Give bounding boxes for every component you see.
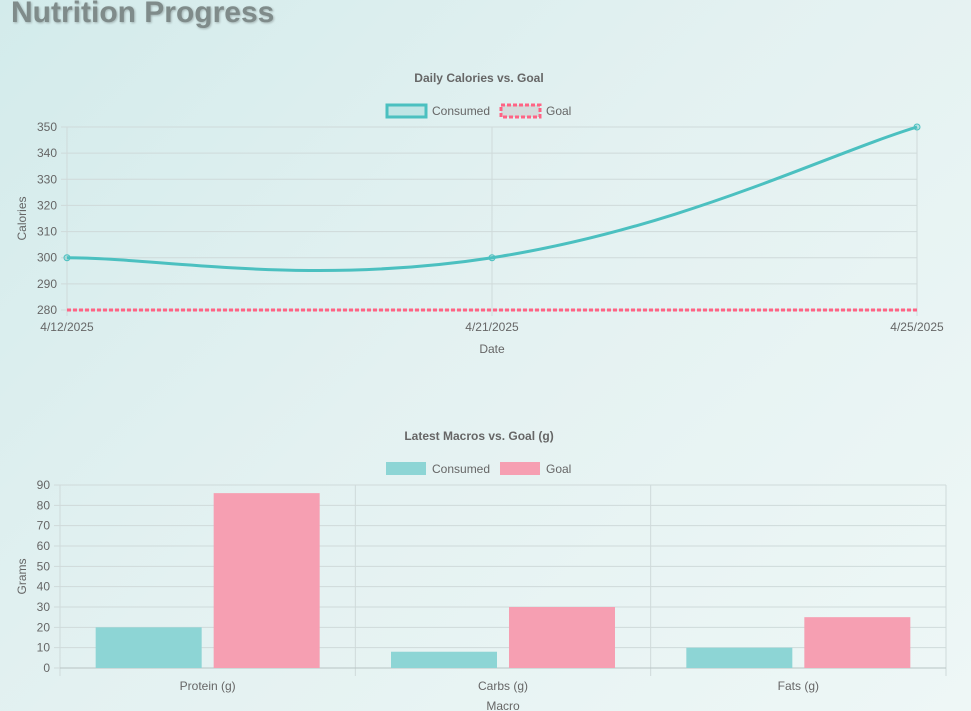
legend-label-goal: Goal xyxy=(546,462,571,476)
y-tick-label: 60 xyxy=(37,539,51,553)
x-tick-label: 4/12/2025 xyxy=(40,320,94,334)
bar-goal xyxy=(213,493,320,668)
y-tick-label: 290 xyxy=(37,277,57,291)
bar-consumed xyxy=(391,651,497,668)
y-tick-label: 280 xyxy=(37,303,57,317)
x-tick-label: 4/21/2025 xyxy=(465,320,519,334)
x-tick-label: Fats (g) xyxy=(778,679,819,693)
x-axis-label: Date xyxy=(479,342,505,356)
y-tick-label: 50 xyxy=(37,559,51,573)
y-tick-label: 350 xyxy=(37,120,57,134)
bar-consumed xyxy=(686,647,793,668)
macros-bar-chart: Latest Macros vs. Goal (g) Consumed Goal 0 1… xyxy=(15,429,947,711)
x-tick-label: Carbs (g) xyxy=(478,679,528,693)
legend-label-goal: Goal xyxy=(546,104,571,118)
calories-line-chart: Daily Calories vs. Goal Consumed Goal 280 29… xyxy=(15,71,944,356)
legend-swatch-goal xyxy=(500,462,540,475)
consumed-point xyxy=(63,254,71,262)
consumed-point xyxy=(488,254,496,262)
bar-goal xyxy=(804,617,911,668)
y-tick-label: 300 xyxy=(37,251,57,265)
y-tick-label: 80 xyxy=(37,498,51,512)
y-tick-label: 330 xyxy=(37,172,57,186)
chart-title: Daily Calories vs. Goal xyxy=(414,71,543,85)
y-axis-label: Calories xyxy=(15,196,29,240)
x-axis-label: Macro xyxy=(486,699,520,711)
bar-goal xyxy=(509,607,615,668)
legend-swatch-consumed xyxy=(385,103,428,119)
y-tick-label: 30 xyxy=(37,600,51,614)
legend-label-consumed: Consumed xyxy=(432,104,490,118)
y-tick-label: 310 xyxy=(37,225,57,239)
legend-swatch-goal xyxy=(499,103,542,119)
y-tick-label: 20 xyxy=(37,620,51,634)
consumed-point xyxy=(913,123,921,131)
chart-title: Latest Macros vs. Goal (g) xyxy=(404,429,553,443)
bar-consumed xyxy=(95,627,202,668)
y-tick-label: 40 xyxy=(37,580,51,594)
y-tick-label: 0 xyxy=(43,661,50,675)
chart-legend: Consumed Goal xyxy=(385,103,571,119)
y-tick-label: 70 xyxy=(37,519,51,533)
chart-legend: Consumed Goal xyxy=(386,462,571,476)
x-tick-label: Protein (g) xyxy=(180,679,236,693)
y-tick-label: 90 xyxy=(37,478,51,492)
legend-label-consumed: Consumed xyxy=(432,462,490,476)
y-tick-label: 340 xyxy=(37,146,57,160)
y-tick-label: 10 xyxy=(37,641,51,655)
x-tick-label: 4/25/2025 xyxy=(890,320,944,334)
y-tick-label: 320 xyxy=(37,198,57,212)
y-axis-label: Grams xyxy=(15,559,29,595)
page-title: Nutrition Progress xyxy=(11,0,275,29)
legend-swatch-consumed xyxy=(386,462,426,475)
